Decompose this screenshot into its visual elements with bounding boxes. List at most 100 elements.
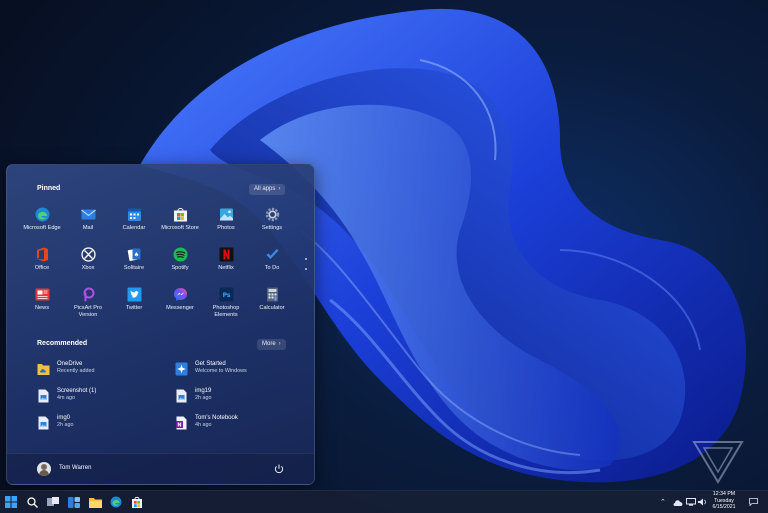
pinned-app-label: Settings <box>261 225 283 231</box>
pinned-app-label: News <box>35 305 49 311</box>
recommended-item[interactable]: img19 2h ago <box>175 388 295 415</box>
windows-logo-icon <box>5 496 17 508</box>
pinned-app-messenger[interactable]: Messenger <box>157 287 203 327</box>
network-icon[interactable] <box>686 497 696 507</box>
taskbar-search-button[interactable] <box>24 494 40 510</box>
calendar-icon <box>127 207 142 222</box>
pinned-app-label: Solitaire <box>123 265 145 271</box>
widgets-button[interactable] <box>66 494 82 510</box>
recommended-item-subtitle: Welcome to Windows <box>195 368 247 374</box>
pinned-app-store[interactable]: Microsoft Store <box>157 207 203 247</box>
messenger-icon <box>173 287 188 302</box>
recommended-item[interactable]: Screenshot (1) 4m ago <box>37 388 175 415</box>
photos-icon <box>219 207 234 222</box>
recommended-item-title: img0 <box>57 415 71 421</box>
pinned-apps-grid: Microsoft Edge Mail Calendar Microsoft Stor… <box>19 207 295 327</box>
recommended-list: OneDrive Recently added Get Started Welcome… <box>37 361 297 442</box>
pinned-app-gear[interactable]: Settings <box>249 207 295 247</box>
recommended-item-subtitle: 4h ago <box>195 422 212 428</box>
recommended-item-title: Tom's Notebook <box>195 415 238 421</box>
solitaire-icon: ♠ <box>127 247 142 262</box>
chevron-right-icon: › <box>278 341 281 347</box>
pinned-app-news[interactable]: News <box>19 287 65 327</box>
task-view-button[interactable] <box>45 494 61 510</box>
folder-icon <box>88 497 102 508</box>
image-file-icon <box>175 389 188 403</box>
pinned-app-photoshop[interactable]: Ps Photoshop Elements <box>203 287 249 327</box>
taskbar-clock[interactable]: 12:34 PM Tuesday 6/15/2021 <box>704 491 744 511</box>
pinned-app-xbox[interactable]: Xbox <box>65 247 111 287</box>
pinned-app-mail[interactable]: Mail <box>65 207 111 247</box>
image-file-icon <box>37 389 50 403</box>
get-started-icon <box>175 362 188 376</box>
calculator-icon <box>265 287 280 302</box>
edge-taskbar-button[interactable] <box>108 494 124 510</box>
show-hidden-icons-button[interactable]: ⌃ <box>660 497 666 507</box>
pinned-heading: Pinned <box>37 185 61 192</box>
all-apps-button[interactable]: All apps › <box>249 184 286 195</box>
recommended-item[interactable]: N Tom's Notebook 4h ago <box>175 415 295 442</box>
pinned-app-photos[interactable]: Photos <box>203 207 249 247</box>
power-icon[interactable] <box>273 463 285 475</box>
more-button[interactable]: More › <box>257 339 286 350</box>
chevron-up-icon: ⌃ <box>660 499 666 506</box>
pinned-app-todo[interactable]: To Do <box>249 247 295 287</box>
pinned-app-label: Microsoft Edge <box>23 225 61 231</box>
image-file-icon <box>37 416 50 430</box>
pinned-app-label: Photoshop Elements <box>212 305 240 318</box>
pinned-app-label: Office <box>34 265 50 271</box>
gear-icon <box>265 207 280 222</box>
clock-date: 6/15/2021 <box>712 504 736 510</box>
onenote-icon: N <box>175 416 188 430</box>
taskbar: ⌃ 12:34 PM Tuesday 6/15/2021 <box>0 490 768 513</box>
store-icon <box>173 207 188 222</box>
start-menu: Pinned All apps › Microsoft Edge Mail Cale… <box>6 164 315 485</box>
start-button[interactable] <box>3 494 19 510</box>
recommended-item-title: OneDrive <box>57 361 83 367</box>
all-apps-label: All apps <box>254 186 276 192</box>
pinned-app-spotify[interactable]: Spotify <box>157 247 203 287</box>
file-explorer-button[interactable] <box>87 494 103 510</box>
page-dots-indicator[interactable] <box>304 258 307 270</box>
user-name[interactable]: Tom Warren <box>59 465 91 471</box>
pinned-app-label: Mail <box>82 225 94 231</box>
notification-icon <box>749 498 758 506</box>
pinned-app-solitaire[interactable]: ♠ Solitaire <box>111 247 157 287</box>
netflix-icon <box>219 247 234 262</box>
recommended-item[interactable]: OneDrive Recently added <box>37 361 175 388</box>
store-icon <box>132 496 142 508</box>
avatar[interactable] <box>37 462 51 476</box>
pinned-app-label: Photos <box>217 225 235 231</box>
onedrive-tray-icon[interactable] <box>673 497 683 507</box>
pinned-app-label: Messenger <box>166 305 194 311</box>
pinned-app-edge[interactable]: Microsoft Edge <box>19 207 65 247</box>
pinned-app-office[interactable]: Office <box>19 247 65 287</box>
pinned-app-calculator[interactable]: Calculator <box>249 287 295 327</box>
mail-icon <box>80 207 96 222</box>
photoshop-icon: Ps <box>219 287 234 302</box>
notifications-button[interactable] <box>749 497 758 507</box>
recommended-item-subtitle: 2h ago <box>57 422 74 428</box>
pinned-app-twitter[interactable]: Twitter <box>111 287 157 327</box>
store-taskbar-button[interactable] <box>129 494 145 510</box>
recommended-item-subtitle: 2h ago <box>195 395 212 401</box>
more-label: More <box>262 341 276 347</box>
svg-text:Ps: Ps <box>222 292 230 299</box>
recommended-item[interactable]: Get Started Welcome to Windows <box>175 361 295 388</box>
recommended-item[interactable]: img0 2h ago <box>37 415 175 442</box>
pinned-app-picsart[interactable]: PicsArt Pro Version <box>65 287 111 327</box>
edge-icon <box>35 207 50 222</box>
onedrive-folder-icon <box>37 362 50 376</box>
svg-text:N: N <box>177 423 181 429</box>
recommended-item-subtitle: Recently added <box>57 368 95 374</box>
svg-text:♠: ♠ <box>133 252 138 259</box>
pinned-app-label: PicsArt Pro Version <box>74 305 102 318</box>
pinned-app-label: Calculator <box>259 305 285 311</box>
pinned-app-calendar[interactable]: Calendar <box>111 207 157 247</box>
pinned-app-label: Twitter <box>125 305 143 311</box>
pinned-app-netflix[interactable]: Netflix <box>203 247 249 287</box>
edge-icon <box>110 496 122 508</box>
todo-icon <box>265 247 280 262</box>
picsart-icon <box>81 287 96 302</box>
pinned-app-label: Spotify <box>171 265 189 271</box>
